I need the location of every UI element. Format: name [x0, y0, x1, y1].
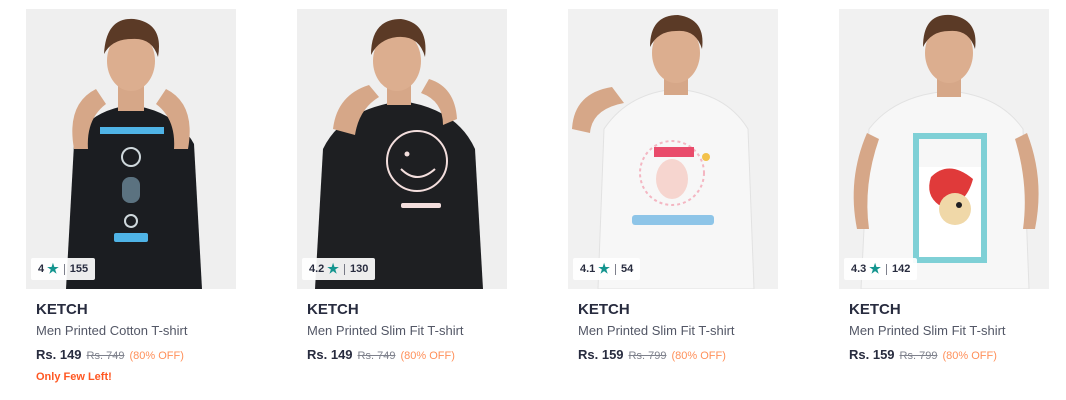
product-image[interactable]: 4.3 ★ 142: [839, 9, 1049, 289]
discount: (80% OFF): [400, 350, 455, 362]
rating-divider: [885, 263, 887, 275]
rating-value: 4.2: [309, 263, 325, 275]
rating-divider: [63, 263, 65, 275]
discount: (80% OFF): [671, 350, 726, 362]
price-row: Rs. 149 Rs. 749 (80% OFF): [36, 347, 184, 362]
rating-badge: 4.3 ★ 142: [844, 258, 918, 280]
product-card[interactable]: 4.1 ★ 54 KETCH Men Printed Slim Fit T-sh…: [568, 9, 778, 394]
rating-value: 4.1: [580, 263, 596, 275]
discount: (80% OFF): [129, 350, 184, 362]
original-price: Rs. 749: [86, 350, 125, 362]
stock-note: Only Few Left!: [36, 371, 112, 383]
rating-count: 155: [69, 263, 89, 275]
rating-count: 142: [891, 263, 911, 275]
product-image[interactable]: 4 ★ 155: [26, 9, 236, 289]
product-brand[interactable]: KETCH: [849, 301, 901, 318]
product-card[interactable]: 4.2 ★ 130 KETCH Men Printed Slim Fit T-s…: [297, 9, 507, 394]
price: Rs. 149: [36, 347, 82, 362]
star-icon: ★: [869, 261, 881, 276]
original-price: Rs. 799: [899, 350, 938, 362]
price-row: Rs. 149 Rs. 749 (80% OFF): [307, 347, 455, 362]
rating-divider: [614, 263, 616, 275]
product-title[interactable]: Men Printed Cotton T-shirt: [36, 323, 188, 338]
product-brand[interactable]: KETCH: [578, 301, 630, 318]
price-row: Rs. 159 Rs. 799 (80% OFF): [849, 347, 997, 362]
product-title[interactable]: Men Printed Slim Fit T-shirt: [578, 323, 735, 338]
product-title[interactable]: Men Printed Slim Fit T-shirt: [849, 323, 1006, 338]
price: Rs. 159: [849, 347, 895, 362]
star-icon: ★: [327, 261, 339, 276]
original-price: Rs. 799: [628, 350, 667, 362]
original-price: Rs. 749: [357, 350, 396, 362]
product-image[interactable]: 4.2 ★ 130: [297, 9, 507, 289]
rating-divider: [343, 263, 345, 275]
rating-value: 4.3: [851, 263, 867, 275]
price-row: Rs. 159 Rs. 799 (80% OFF): [578, 347, 726, 362]
rating-badge: 4 ★ 155: [31, 258, 96, 280]
star-icon: ★: [47, 261, 59, 276]
rating-value: 4: [38, 263, 45, 275]
product-brand[interactable]: KETCH: [307, 301, 359, 318]
product-card[interactable]: 4.3 ★ 142 KETCH Men Printed Slim Fit T-s…: [839, 9, 1049, 394]
rating-count: 54: [620, 263, 634, 275]
price: Rs. 149: [307, 347, 353, 362]
product-card[interactable]: 4 ★ 155 KETCH Men Printed Cotton T-shirt…: [26, 9, 236, 394]
price: Rs. 159: [578, 347, 624, 362]
rating-badge: 4.1 ★ 54: [573, 258, 641, 280]
rating-badge: 4.2 ★ 130: [302, 258, 376, 280]
product-title[interactable]: Men Printed Slim Fit T-shirt: [307, 323, 464, 338]
discount: (80% OFF): [942, 350, 997, 362]
product-image[interactable]: 4.1 ★ 54: [568, 9, 778, 289]
product-brand[interactable]: KETCH: [36, 301, 88, 318]
star-icon: ★: [598, 261, 610, 276]
rating-count: 130: [349, 263, 369, 275]
